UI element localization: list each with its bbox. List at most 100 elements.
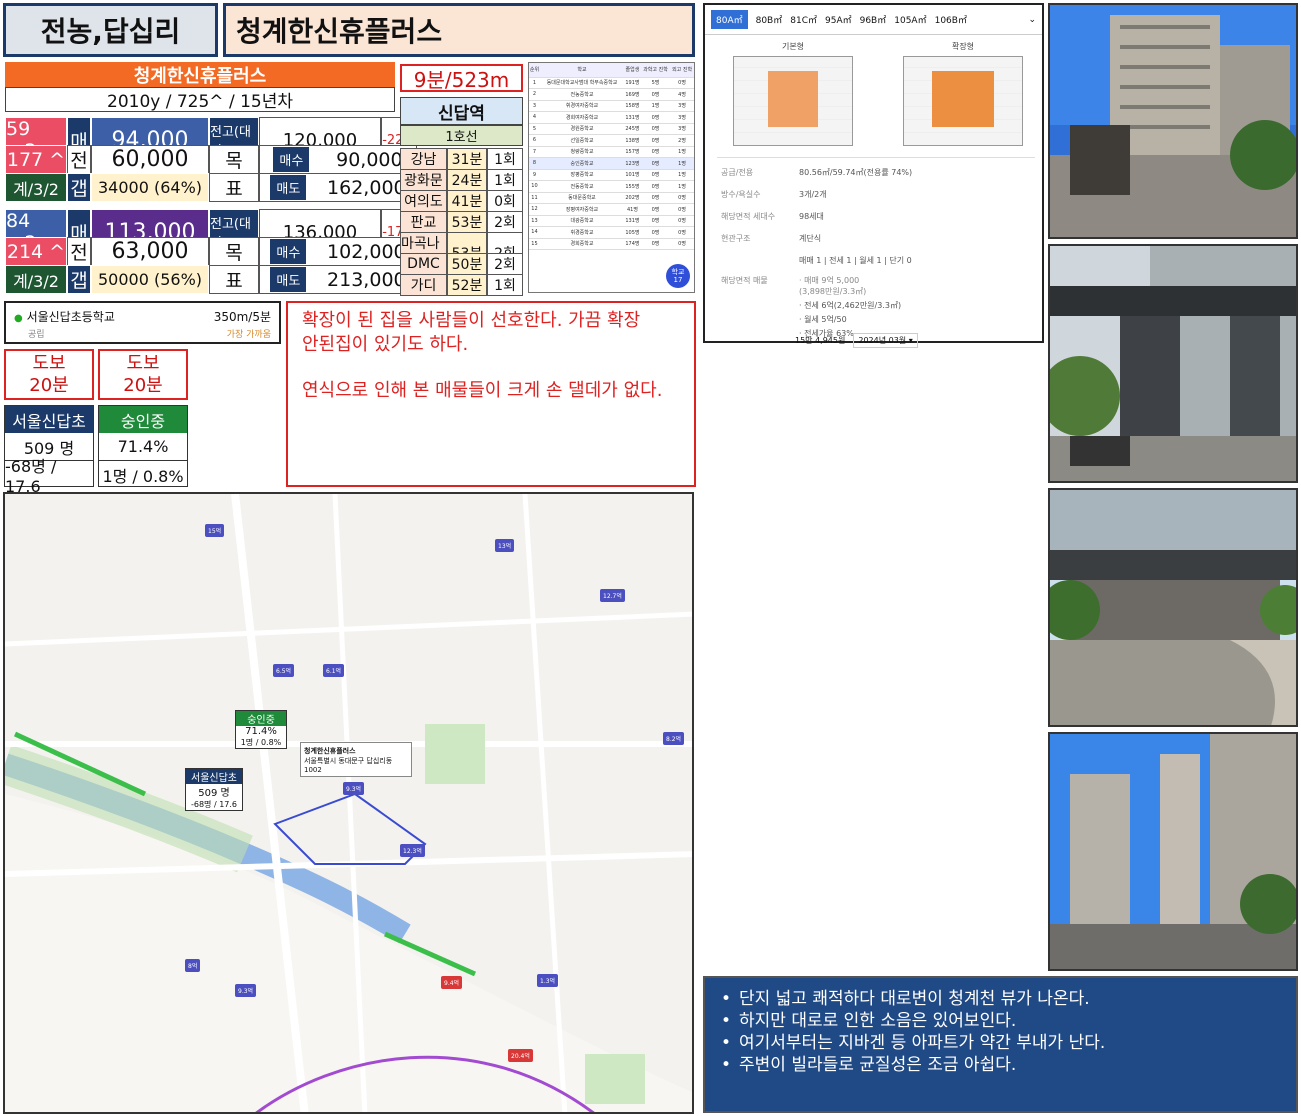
map-price-marker[interactable]: 6.5억 <box>273 664 295 677</box>
table-cell: 0명 <box>640 111 671 124</box>
deal-item: · 월세 5억/50 <box>799 315 847 324</box>
sell-label: 매도 <box>270 175 307 200</box>
map-price-marker[interactable]: 6.1억 <box>323 664 345 677</box>
table-row: 11 동대문중학교 202명 0명 0명 <box>529 192 694 204</box>
map-price-marker[interactable]: 15억 <box>205 524 225 537</box>
buy-price: 102,000 <box>327 240 406 263</box>
note-item: 단지 넓고 쾌적하다 대로변이 청계천 뷰가 나온다. <box>717 988 1284 1010</box>
table-cell: 0명 <box>640 203 671 216</box>
map-price-marker[interactable]: 13억 <box>495 539 515 552</box>
table-cell: 4명 <box>670 88 694 101</box>
table-row: 15 경희중학교 174명 0명 0명 <box>529 238 694 250</box>
listing-panel: 80A㎡ 80B㎡ 81C㎡ 95A㎡ 96B㎡ 105A㎡ 106B㎡ ⌄ 기본형 확장형 … <box>703 3 1044 348</box>
info-key: 현관구조 <box>721 234 751 243</box>
table-row: 5 경원중학교 245명 0명 3명 <box>529 123 694 135</box>
mid-school-ratio: 1명 / 0.8% <box>99 460 187 488</box>
table-cell: 대광중학교 <box>539 215 625 227</box>
table-cell: 191명 <box>624 77 641 89</box>
table-cell: 5 <box>529 123 540 135</box>
travel-transfer: 2회 <box>487 211 523 233</box>
plan-basic-image <box>733 56 853 146</box>
table-cell: 0명 <box>670 215 694 227</box>
table-cell: 0명 <box>640 180 671 193</box>
comment-line-3: 연식으로 인해 본 매물들이 크게 손 댈데가 없다. <box>302 380 663 401</box>
table-cell: 3 <box>529 100 540 112</box>
location-map[interactable]: 15억 13억 12.7억 6.5억 6.1억 9.3억 12.3억 8.2억 9.3억 9.4억… <box>3 492 694 1114</box>
plan-ext-image <box>903 56 1023 146</box>
households: 177 ^ <box>5 145 67 174</box>
travel-row: 마곡나루53분2회 <box>400 232 523 274</box>
sell-target: 매도 162,000 <box>259 173 417 202</box>
table-header: 순위 <box>529 63 540 78</box>
note-item: 하지만 대로로 인한 소음은 있어보인다. <box>717 1010 1284 1032</box>
map-price-marker[interactable]: 9.3억 <box>343 782 365 795</box>
gap-label: 갭 <box>67 265 91 294</box>
photo-building-2 <box>1048 732 1298 971</box>
floorplan-basic[interactable]: 기본형 <box>733 41 853 151</box>
note-list: 단지 넓고 쾌적하다 대로변이 청계천 뷰가 나온다.하지만 대로로 인한 소음… <box>717 988 1284 1076</box>
map-elem-students: 509 명 <box>198 788 230 799</box>
floorplan-extended[interactable]: 확장형 <box>903 41 1023 151</box>
map-price-marker[interactable]: 8억 <box>185 959 201 972</box>
info-key: 공급/전용 <box>721 168 754 177</box>
area-tab[interactable]: 80B㎡ <box>756 13 783 26</box>
info-row: 현관구조 계단식 <box>721 233 821 244</box>
deal-list: · 매매 9억 5,000 (3,898만원/3.3㎡) · 전세 6억(2,46… <box>799 275 901 339</box>
date-select[interactable]: 2024년 03월 ▾ <box>853 333 918 348</box>
table-cell: 1 <box>529 77 540 89</box>
table-cell: 1명 <box>670 146 694 158</box>
table-cell: 138명 <box>624 134 641 147</box>
travel-dest: 광화문 <box>400 169 447 191</box>
table-header: 과학고 진학 <box>640 63 671 78</box>
info-key: 방수/욕실수 <box>721 190 761 199</box>
map-price-marker[interactable]: 8.2억 <box>663 732 685 745</box>
chevron-down-icon[interactable]: ⌄ <box>1028 15 1036 25</box>
map-complex-name: 청계한신휴플러스 <box>304 747 356 755</box>
area-tab[interactable]: 80A㎡ <box>711 10 748 29</box>
table-cell: 15 <box>529 238 540 250</box>
area-tab[interactable]: 81C㎡ <box>790 13 817 26</box>
photo-entrance-2 <box>1048 488 1298 727</box>
area-tab[interactable]: 95A㎡ <box>825 13 852 26</box>
table-cell: 1명 <box>640 100 671 112</box>
travel-time: 31분 <box>447 148 487 170</box>
unit-84-jeonse-row: 214 ^ 전 63,000 목 매수 102,000 <box>5 237 417 266</box>
travel-time: 53분 <box>447 211 487 233</box>
map-price-marker[interactable]: 20.4억 <box>508 1049 533 1062</box>
table-row: 12 장평여자중학교 41명 0명 0명 <box>529 203 694 216</box>
table-cell: 10 <box>529 180 540 193</box>
map-price-marker[interactable]: 12.3억 <box>400 844 425 857</box>
area-tab[interactable]: 96B㎡ <box>860 13 887 26</box>
rooms: 계/3/2 <box>5 173 67 202</box>
area-tab[interactable]: 105A㎡ <box>894 13 926 26</box>
table-cell: 131명 <box>624 215 641 227</box>
school-count-badge[interactable]: 학교 17 <box>666 264 690 288</box>
jeonse-price: 60,000 <box>91 145 209 174</box>
table-cell: 0명 <box>640 146 671 158</box>
sell-target: 매도 213,000 <box>259 265 417 294</box>
info-row: 매매 1 | 전세 1 | 월세 1 | 단기 0 <box>721 255 912 266</box>
map-price-marker[interactable]: 1.3억 <box>537 974 559 987</box>
table-cell: 9 <box>529 169 540 181</box>
badge-label: 학교 <box>671 268 685 276</box>
table-row: 7 청량중학교 157명 0명 1명 <box>529 146 694 158</box>
table-row: 1 동대문대학교사범대 학부속중학교 191명 5명 0명 <box>529 77 694 89</box>
table-cell: 경희중학교 <box>539 238 625 250</box>
area-tab[interactable]: 106B㎡ <box>935 13 967 26</box>
table-row: 6 선일중학교 138명 0명 2명 <box>529 134 694 147</box>
note-item: 주변이 빌라들로 균질성은 조금 아쉽다. <box>717 1054 1284 1076</box>
map-mid-rate: 71.4% <box>245 726 277 737</box>
map-price-marker[interactable]: 12.7억 <box>600 589 625 602</box>
table-cell: 7 <box>529 146 540 158</box>
map-complex-popup[interactable]: 청계한신휴플러스 서울특별시 동대문구 답십리동 1002 <box>300 742 412 777</box>
table-cell: 동대문중학교 <box>539 192 625 204</box>
table-cell: 14 <box>529 226 540 239</box>
map-mid-school-card: 숭인중 71.4% 1명 / 0.8% <box>235 710 287 749</box>
info-value: 3개/2개 <box>799 190 827 199</box>
table-row: 2 전농중학교 169명 0명 4명 <box>529 88 694 101</box>
note-item: 여기서부터는 지바겐 등 아파트가 약간 부내가 난다. <box>717 1032 1284 1054</box>
map-price-marker[interactable]: 9.4억 <box>441 976 463 989</box>
table-cell: 157명 <box>624 146 641 158</box>
plan-basic-label: 기본형 <box>781 42 805 51</box>
map-price-marker[interactable]: 9.3억 <box>235 984 257 997</box>
